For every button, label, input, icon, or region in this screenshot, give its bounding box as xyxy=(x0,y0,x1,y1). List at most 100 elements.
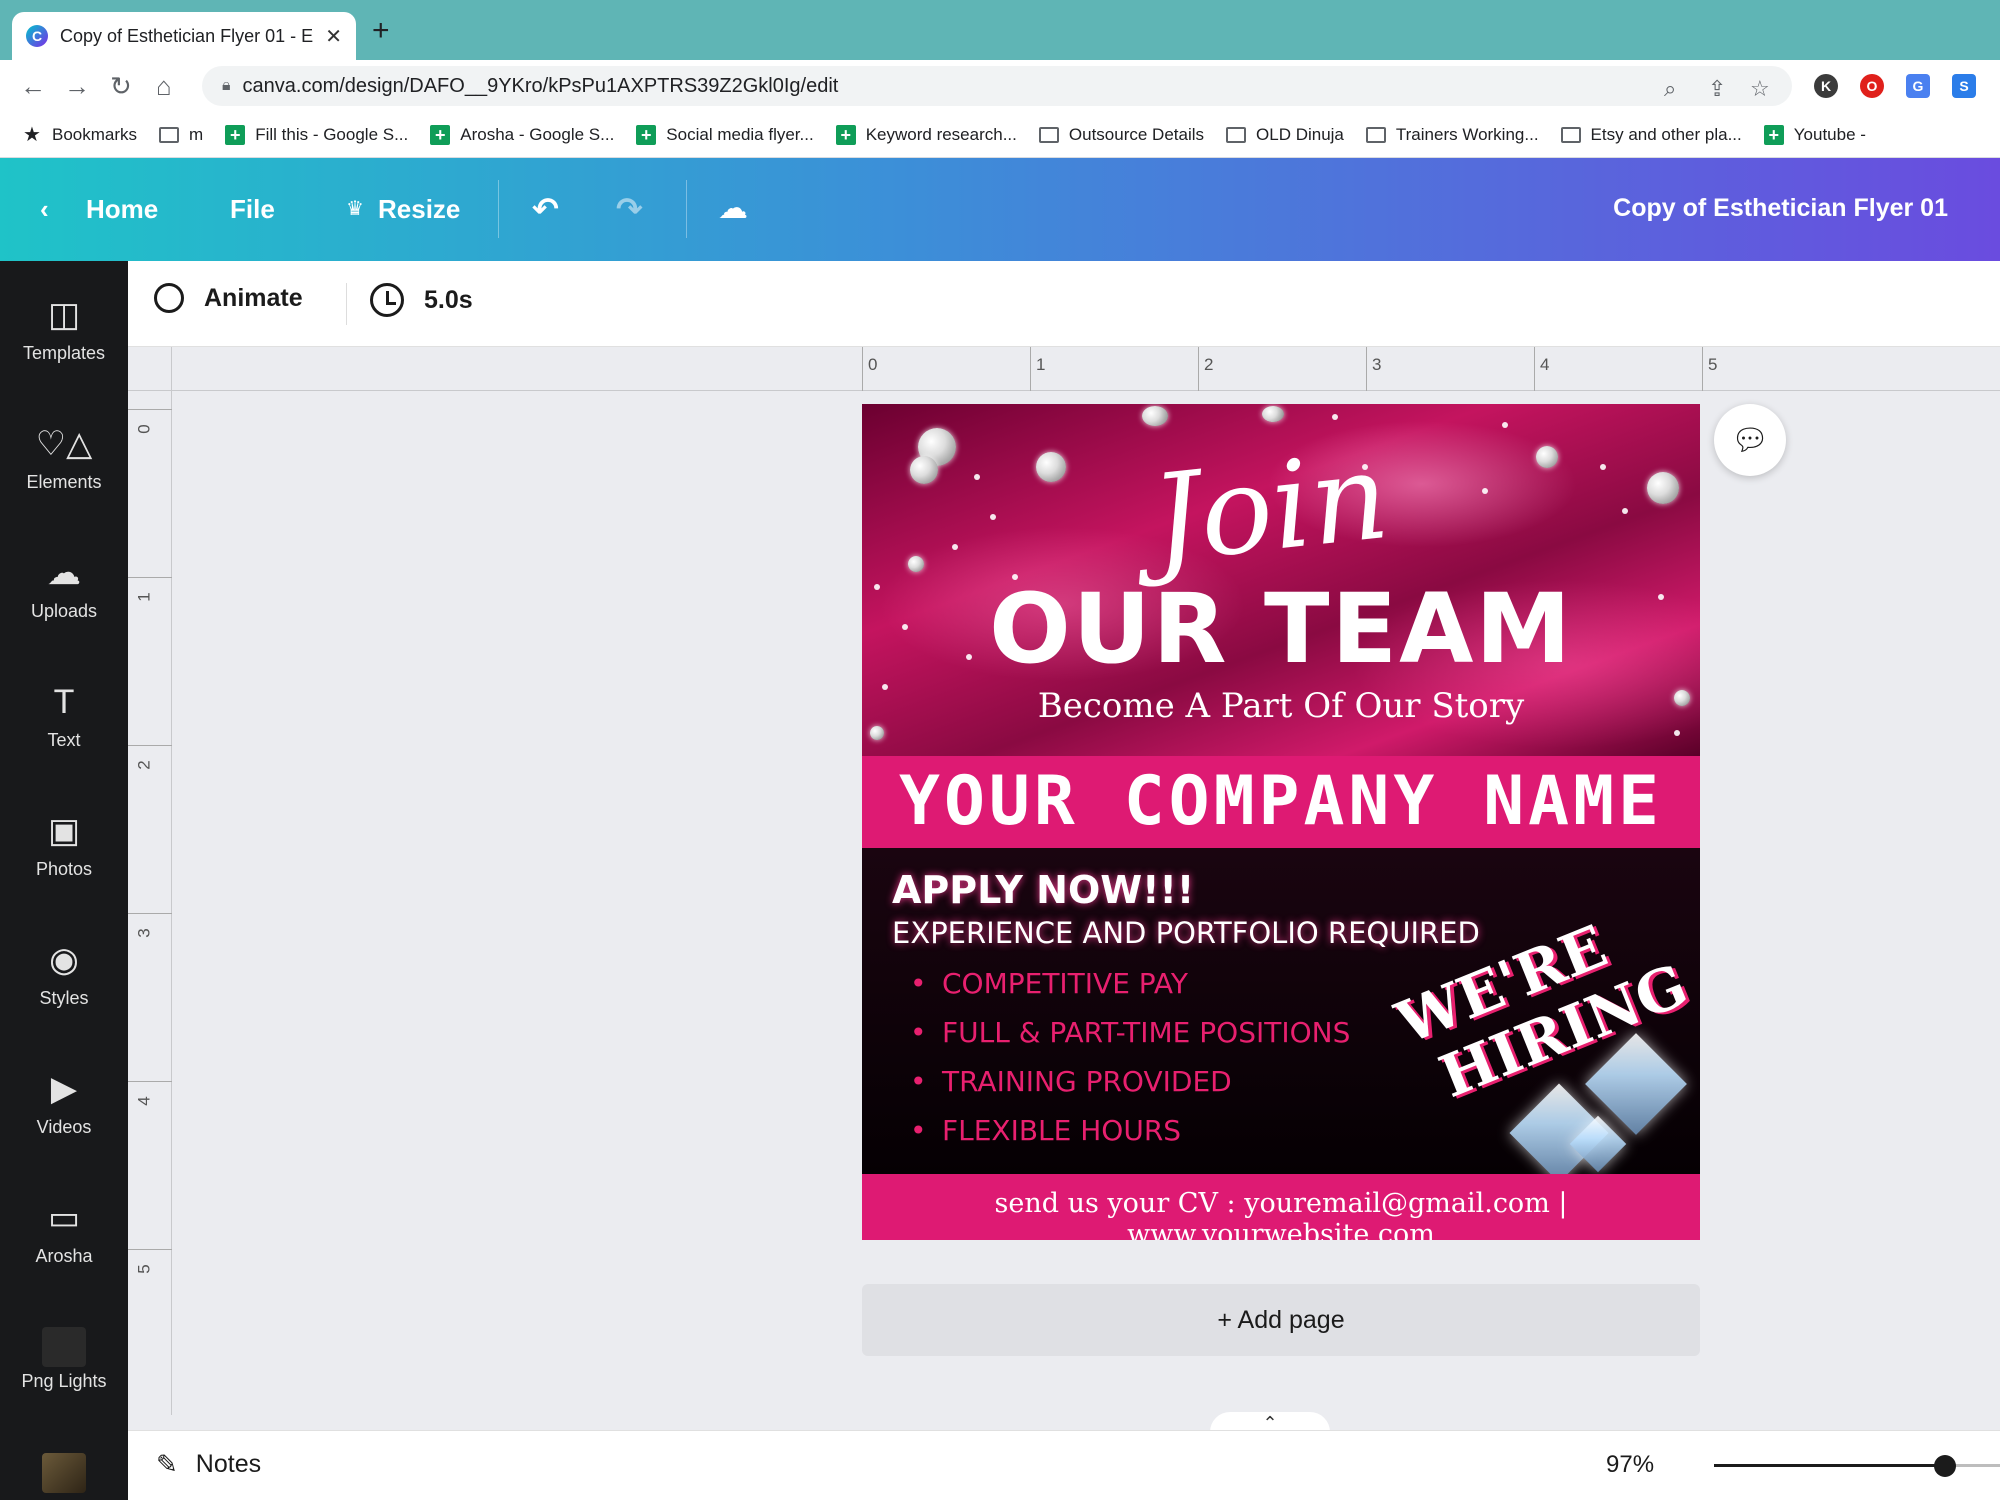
add-comment-button[interactable]: 💬︎ xyxy=(1714,404,1786,476)
undo-icon[interactable]: ↶ xyxy=(532,192,559,226)
contact-text[interactable]: send us your CV : youremail@gmail.com | … xyxy=(862,1188,1700,1240)
apply-now-text[interactable]: APPLY NOW!!! xyxy=(892,868,1194,912)
bookmark-item[interactable]: Outsource Details xyxy=(1038,125,1204,145)
document-title[interactable]: Copy of Esthetician Flyer 01 xyxy=(1613,194,1948,223)
bookmark-item[interactable]: ★ Bookmarks xyxy=(22,124,137,146)
left-ruler: 0 1 2 3 4 5 xyxy=(128,391,172,1415)
image-icon: ▣ xyxy=(47,812,81,850)
zoom-percentage[interactable]: 97% xyxy=(1606,1451,1654,1479)
shapes-icon: ♡△ xyxy=(35,425,93,463)
animate-button[interactable]: Animate xyxy=(154,283,303,313)
bookmark-star-icon[interactable]: ☆ xyxy=(1750,76,1770,102)
folder-icon xyxy=(1365,126,1386,143)
zoom-slider[interactable] xyxy=(1714,1455,2000,1477)
bookmark-item[interactable]: OLD Dinuja xyxy=(1226,125,1344,145)
home-button[interactable]: Home xyxy=(86,192,158,226)
bookmark-item[interactable]: + Arosha - Google S... xyxy=(430,124,614,145)
top-ruler: 0 1 2 3 4 5 xyxy=(172,347,2000,391)
bookmark-item[interactable]: + Youtube - xyxy=(1763,124,1866,145)
add-page-button[interactable]: + Add page xyxy=(862,1284,1700,1356)
chevron-left-icon[interactable]: ‹ xyxy=(40,192,49,226)
sidebar-item-templates[interactable]: ◫ Templates xyxy=(0,289,128,389)
header-divider xyxy=(498,180,499,238)
file-menu-button[interactable]: File xyxy=(230,192,275,226)
bookmark-item[interactable]: m xyxy=(159,125,203,145)
editor-toolbar: Animate 5.0s xyxy=(128,261,2000,347)
new-tab-button[interactable]: + xyxy=(372,16,390,46)
share-icon[interactable]: ⇪ xyxy=(1708,76,1726,102)
forward-arrow-icon[interactable]: → xyxy=(64,70,90,102)
join-script-text[interactable]: Join xyxy=(1145,427,1394,590)
url-text: canva.com/design/DAFO__9YKro/kPsPu1AXPTR… xyxy=(242,74,839,97)
design-page[interactable]: Join OUR TEAM Become A Part Of Our Story… xyxy=(862,404,1700,1240)
extension-opera-icon[interactable]: O xyxy=(1860,74,1884,98)
sidebar-item-arosha[interactable]: ▭ Arosha xyxy=(0,1192,128,1292)
crown-icon: ♛ xyxy=(346,198,364,220)
lock-icon: 🔒︎ xyxy=(222,77,231,94)
sheets-icon: + xyxy=(835,124,856,145)
bookmarks-bar: ★ Bookmarks m + Fill this - Google S... + A… xyxy=(0,112,2000,158)
sidebar-item-styles[interactable]: ◉ Styles xyxy=(0,934,128,1034)
company-name-band: YOUR COMPANY NAME xyxy=(862,756,1700,848)
tagline-text[interactable]: Become A Part Of Our Story xyxy=(862,686,1700,726)
company-name-text[interactable]: YOUR COMPANY NAME xyxy=(862,762,1700,842)
diamond-gem xyxy=(1536,446,1558,468)
folder-icon xyxy=(159,126,180,143)
canva-header: ‹ Home File ♛ Resize ↶ ↷ ☁ Copy of Esthe… xyxy=(0,158,2000,261)
zoom-search-icon[interactable]: ⌕ xyxy=(1664,76,1676,102)
chevron-up-icon[interactable]: ⌃ xyxy=(1210,1412,1330,1433)
browser-tab[interactable]: C Copy of Esthetician Flyer 01 - E ✕ xyxy=(12,12,356,60)
tab-title: Copy of Esthetician Flyer 01 - E xyxy=(60,25,314,46)
pink-satin-background: Join OUR TEAM Become A Part Of Our Story xyxy=(862,404,1700,756)
templates-icon: ◫ xyxy=(47,296,81,334)
bookmark-item[interactable]: Etsy and other pla... xyxy=(1560,125,1742,145)
ruler-tick-label: 0 xyxy=(134,424,154,434)
list-item: COMPETITIVE PAY xyxy=(910,968,1350,1000)
close-icon[interactable]: ✕ xyxy=(325,24,342,49)
ruler-tick-label: 3 xyxy=(1372,355,1382,374)
requirement-text[interactable]: EXPERIENCE AND PORTFOLIO REQUIRED xyxy=(892,916,1480,950)
back-arrow-icon[interactable]: ← xyxy=(20,70,46,102)
diamond-gem xyxy=(908,556,924,572)
bottom-bar: ✎ Notes 97% xyxy=(128,1430,2000,1500)
zoom-slider-handle[interactable] xyxy=(1934,1455,1956,1477)
ruler-tick-label: 2 xyxy=(1204,355,1214,374)
folder-icon xyxy=(1038,126,1059,143)
sidebar-item-photos[interactable]: ▣ Photos xyxy=(0,805,128,905)
bookmark-item[interactable]: + Social media flyer... xyxy=(636,124,814,145)
home-icon[interactable]: ⌂ xyxy=(156,70,172,102)
sheets-icon: + xyxy=(636,124,657,145)
diamond-gem xyxy=(1036,452,1066,482)
ruler-tick-label: 1 xyxy=(1036,355,1046,374)
sidebar-item-uploads[interactable]: ☁ Uploads xyxy=(0,547,128,647)
contact-band: send us your CV : youremail@gmail.com | … xyxy=(862,1174,1700,1240)
folder-icon xyxy=(1560,126,1581,143)
resize-button[interactable]: Resize xyxy=(378,192,460,226)
extension-k-icon[interactable]: K xyxy=(1814,74,1838,98)
duration-button[interactable]: 5.0s xyxy=(370,283,473,317)
headline-text[interactable]: OUR TEAM xyxy=(862,574,1700,684)
bookmark-item[interactable]: Trainers Working... xyxy=(1365,125,1539,145)
redo-icon[interactable]: ↷ xyxy=(616,192,643,226)
ruler-corner xyxy=(128,347,172,391)
sheets-icon: + xyxy=(225,124,246,145)
benefits-list[interactable]: COMPETITIVE PAY FULL & PART-TIME POSITIO… xyxy=(910,968,1350,1164)
list-item: FLEXIBLE HOURS xyxy=(910,1115,1350,1147)
video-icon: ▶ xyxy=(50,1070,78,1108)
address-bar[interactable]: 🔒︎ canva.com/design/DAFO__9YKro/kPsPu1AX… xyxy=(202,66,1792,106)
bookmark-item[interactable]: + Keyword research... xyxy=(835,124,1017,145)
sidebar-item-thumbnail[interactable] xyxy=(0,1447,128,1497)
bookmark-item[interactable]: + Fill this - Google S... xyxy=(225,124,408,145)
cloud-saved-icon[interactable]: ☁ xyxy=(718,192,748,226)
sidebar-item-elements[interactable]: ♡△ Elements xyxy=(0,418,128,518)
extension-translate-icon[interactable]: G xyxy=(1906,74,1930,98)
palette-icon: ◉ xyxy=(49,941,79,979)
notes-button[interactable]: ✎ Notes xyxy=(156,1449,261,1480)
folder-thumbnail xyxy=(42,1453,86,1493)
sidebar-item-png-lights[interactable]: Png Lights xyxy=(0,1321,128,1421)
reload-icon[interactable]: ↻ xyxy=(110,70,132,102)
toolbar-divider xyxy=(346,283,347,325)
sidebar-item-text[interactable]: T Text xyxy=(0,676,128,776)
extension-s-icon[interactable]: S xyxy=(1952,74,1976,98)
sidebar-item-videos[interactable]: ▶ Videos xyxy=(0,1063,128,1163)
